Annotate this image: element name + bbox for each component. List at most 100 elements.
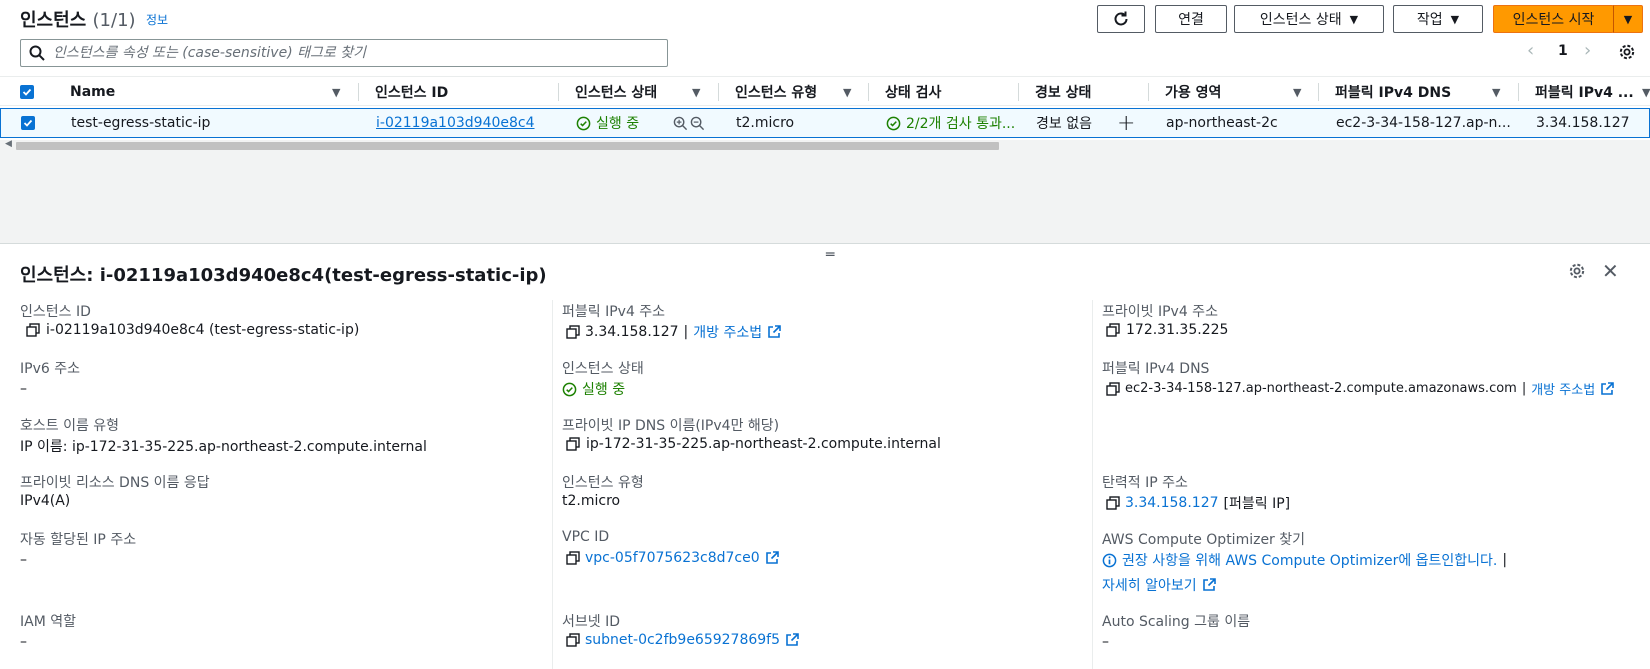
connect-button[interactable]: 연결 [1155,5,1227,33]
field-value-asg: – [1102,634,1109,650]
add-alarm-plus-icon[interactable]: + [1117,109,1135,137]
copy-icon[interactable] [1106,496,1120,510]
field-label: 자동 할당된 IP 주소 [20,532,137,548]
table-row[interactable]: test-egress-static-ip i-02119a103d940e8c… [0,108,1650,138]
cell-status-check[interactable]: 2/2개 검사 통과... [886,109,1015,137]
status-check-text: 2/2개 검사 통과... [906,116,1016,132]
column-divider[interactable] [558,83,559,101]
details-title: 인스턴스: i-02119a103d940e8c4(test-egress-st… [20,265,547,286]
column-label: 경보 상태 [1035,85,1092,101]
field-label: 프라이빗 IPv4 주소 [1102,304,1218,320]
caret-down-icon: ▼ [1349,12,1359,26]
value-text: ec2-3-34-158-127.ap-northeast-2.compute.… [1125,381,1517,396]
column-header-public-ip[interactable]: 퍼블릭 IPv4 ... ▼ [1535,77,1650,107]
external-link-icon[interactable] [767,325,781,339]
optimizer-opt-in-link[interactable]: 권장 사항을 위해 AWS Compute Optimizer에 옵트인합니다. [1122,550,1497,570]
copy-icon[interactable] [1106,381,1120,396]
refresh-button[interactable] [1097,5,1145,33]
external-link-icon[interactable] [785,633,799,647]
column-divider[interactable] [1518,83,1519,101]
field-label: 호스트 이름 유형 [20,418,120,434]
subnet-link[interactable]: subnet-0c2fb9e65927869f5 [585,632,780,648]
scrollbar-thumb[interactable] [16,142,999,150]
value-text: ip-172-31-35-225.ap-northeast-2.compute.… [586,436,941,452]
field-value-state: 실행 중 [562,379,625,399]
cell-alarm: 경보 없음 [1036,116,1092,132]
cell-public-ip: 3.34.158.127 [1536,115,1630,131]
column-divider[interactable] [358,83,359,101]
elastic-ip-link[interactable]: 3.34.158.127 [1125,495,1219,511]
field-value-instance-type: t2.micro [562,493,621,509]
field-label: IPv6 주소 [20,361,80,377]
launch-instances-button[interactable]: 인스턴스 시작 [1493,5,1614,33]
column-divider[interactable] [1148,83,1149,101]
value-suffix: [퍼블릭 IP] [1223,496,1291,512]
column-header-status-check[interactable]: 상태 검사 [885,77,1015,107]
external-link-icon[interactable] [1202,578,1216,592]
actions-dropdown[interactable]: 작업 ▼ [1393,5,1483,33]
column-header-az[interactable]: 가용 영역 ▼ [1165,77,1315,107]
launch-dropdown-toggle[interactable]: ▼ [1613,5,1643,33]
page-title: 인스턴스 (1/1) [20,6,136,32]
panel-settings-gear-icon[interactable] [1568,262,1586,284]
open-address-link[interactable]: 개방 주소법 [693,322,762,342]
horizontal-scrollbar[interactable]: ◀ [0,139,1650,152]
copy-icon[interactable] [566,633,580,647]
copy-icon[interactable] [566,325,580,339]
next-page-icon[interactable]: › [1584,40,1591,61]
info-circle-icon [1102,553,1117,567]
select-all-checkbox[interactable] [20,77,34,107]
sort-down-icon: ▼ [1642,86,1650,99]
cell-type: t2.micro [736,115,795,131]
sort-down-icon: ▼ [1293,86,1302,99]
column-label: 인스턴스 상태 [575,85,658,101]
open-address-link[interactable]: 개방 주소법 [1531,379,1595,398]
column-label: 인스턴스 유형 [735,85,818,101]
search-input[interactable] [53,45,643,61]
field-value-subnet: subnet-0c2fb9e65927869f5 [566,632,799,648]
info-link[interactable]: 정보 [146,11,168,28]
zoom-controls [673,109,705,137]
column-header-public-dns[interactable]: 퍼블릭 IPv4 DNS ▼ [1335,77,1510,107]
copy-icon[interactable] [26,323,40,337]
column-divider[interactable] [1018,83,1019,101]
column-header-alarm[interactable]: 경보 상태 [1035,77,1135,107]
cell-az: ap-northeast-2c [1166,115,1278,131]
field-value-iam-role: – [20,634,27,650]
column-divider[interactable] [1318,83,1319,101]
field-value-optimizer: 권장 사항을 위해 AWS Compute Optimizer에 옵트인합니다.… [1102,550,1507,570]
instance-id-link[interactable]: i-02119a103d940e8c4 [376,109,535,137]
sort-down-icon: ▼ [332,86,341,99]
field-label: 프라이빗 IP DNS 이름(IPv4만 해당) [562,418,780,434]
caret-down-icon: ▼ [1450,12,1460,26]
scroll-left-arrow-icon[interactable]: ◀ [5,139,12,149]
external-link-icon[interactable] [765,551,779,565]
copy-icon[interactable] [1106,323,1120,337]
resize-handle-icon[interactable]: ═ [826,247,834,263]
field-label: 탄력적 IP 주소 [1102,475,1188,491]
field-label: 서브넷 ID [562,614,620,630]
copy-icon[interactable] [566,551,580,565]
external-link-icon[interactable] [1600,381,1614,396]
value-text: 3.34.158.127 [585,324,679,340]
vpc-link[interactable]: vpc-05f7075623c8d7ce0 [585,550,760,566]
learn-more-link[interactable]: 자세히 알아보기 [1102,575,1197,595]
zoom-in-icon[interactable] [673,116,688,131]
instance-state-dropdown[interactable]: 인스턴스 상태 ▼ [1234,5,1384,33]
caret-down-icon: ▼ [1623,12,1633,26]
previous-page-icon[interactable]: ‹ [1527,40,1534,61]
table-settings-gear-icon[interactable] [1618,43,1636,65]
column-header-instance-id[interactable]: 인스턴스 ID [375,77,555,107]
current-page[interactable]: 1 [1558,43,1568,59]
close-icon[interactable]: ✕ [1602,259,1619,283]
column-header-type[interactable]: 인스턴스 유형 ▼ [735,77,865,107]
cell-state: 실행 중 [576,109,639,137]
row-checkbox[interactable] [21,109,35,137]
zoom-out-icon[interactable] [690,116,705,131]
column-header-name[interactable]: Name ▼ [70,77,350,107]
field-value-hostname-type: IP 이름: ip-172-31-35-225.ap-northeast-2.c… [20,439,427,455]
column-divider[interactable] [868,83,869,101]
column-header-state[interactable]: 인스턴스 상태 ▼ [575,77,705,107]
copy-icon[interactable] [566,437,580,451]
column-divider[interactable] [718,83,719,101]
